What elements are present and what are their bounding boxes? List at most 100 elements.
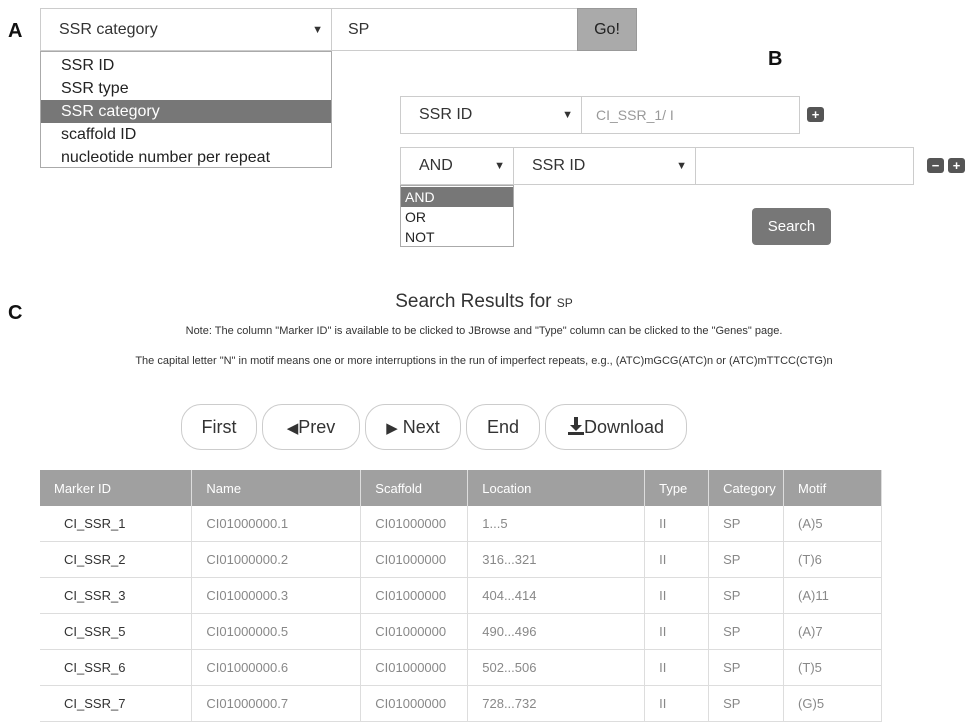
query-input[interactable]: SP (331, 8, 577, 51)
row1-field-value: SSR ID (419, 106, 473, 123)
table-cell: (A)11 (783, 577, 882, 614)
download-button[interactable]: Download (545, 404, 687, 450)
row1-field-select[interactable]: SSR ID ▼ (400, 96, 582, 134)
field-option[interactable]: SSR category (41, 100, 331, 123)
next-page-button[interactable]: ▶ Next (365, 404, 461, 450)
search-button[interactable]: Search (752, 208, 831, 245)
logic-option[interactable]: AND (401, 187, 513, 207)
table-header-row: Marker ID Name Scaffold Location Type Categor… (40, 470, 882, 506)
table-row: CI_SSR_1 CI01000000.1 CI01000000 1...5 II SP(… (40, 506, 882, 542)
row2-field-select[interactable]: SSR ID ▼ (514, 147, 696, 185)
table-cell: (G)5 (783, 685, 882, 722)
row1-value-input[interactable]: CI_SSR_1/ I (582, 96, 800, 134)
results-query: SP (556, 296, 573, 310)
add-row-button[interactable]: + (948, 158, 965, 173)
table-cell: (A)7 (783, 613, 882, 650)
field-dropdown-list: SSR ID SSR type SSR category scaffold ID nuc… (40, 51, 332, 168)
table-cell: (T)5 (783, 649, 882, 686)
type-link[interactable]: II (644, 613, 710, 650)
table-row: CI_SSR_2 CI01000000.2 CI01000000 316...321 I… (40, 541, 882, 578)
end-page-button[interactable]: End (466, 404, 540, 450)
table-cell: SP (708, 577, 785, 614)
results-table: Marker ID Name Scaffold Location Type Categor… (40, 470, 882, 722)
column-header: Type (644, 470, 710, 506)
field-option[interactable]: SSR ID (41, 54, 331, 77)
prev-page-button[interactable]: ◀Prev (262, 404, 360, 450)
column-header: Location (467, 470, 646, 506)
results-title: Search Results for SP (0, 291, 968, 313)
table-cell: CI01000000 (360, 577, 469, 614)
table-cell: 728...732 (467, 685, 646, 722)
marker-id-link[interactable]: CI_SSR_3 (40, 577, 193, 614)
table-row: CI_SSR_7 CI01000000.7 CI01000000 728...732 I… (40, 685, 882, 722)
marker-id-link[interactable]: CI_SSR_6 (40, 649, 193, 686)
table-cell: SP (708, 541, 785, 578)
results-title-text: Search Results for (395, 291, 557, 312)
type-link[interactable]: II (644, 506, 710, 542)
column-header: Motif (783, 470, 882, 506)
table-cell: 502...506 (467, 649, 646, 686)
column-header: Marker ID (40, 470, 193, 506)
table-cell: 1...5 (467, 506, 646, 542)
end-page-label: End (486, 417, 520, 437)
caret-right-icon: ▶ (386, 420, 398, 437)
add-row-button[interactable]: + (807, 107, 824, 122)
table-cell: 316...321 (467, 541, 646, 578)
caret-down-icon: ▼ (494, 160, 505, 172)
type-link[interactable]: II (644, 541, 710, 578)
field-option[interactable]: nucleotide number per repeat (41, 146, 331, 169)
download-icon (567, 417, 584, 435)
table-cell: CI01000000 (360, 506, 469, 542)
table-cell: SP (708, 685, 785, 722)
marker-id-link[interactable]: CI_SSR_2 (40, 541, 193, 578)
type-link[interactable]: II (644, 577, 710, 614)
go-button[interactable]: Go! (577, 8, 637, 51)
logic-option[interactable]: OR (401, 207, 513, 227)
row2-field-value: SSR ID (532, 157, 586, 174)
caret-left-icon: ◀ (286, 420, 299, 437)
column-header: Name (191, 470, 362, 506)
type-link[interactable]: II (644, 685, 710, 722)
table-cell: CI01000000.1 (191, 506, 362, 542)
column-header: Scaffold (360, 470, 469, 506)
table-row: CI_SSR_5 CI01000000.5 CI01000000 490...496 I… (40, 613, 882, 650)
field-select[interactable]: SSR category ▼ (40, 8, 332, 51)
logic-select[interactable]: AND ▼ (400, 147, 514, 185)
caret-down-icon: ▼ (312, 23, 323, 36)
table-cell: CI01000000.5 (191, 613, 362, 650)
table-cell: CI01000000.3 (191, 577, 362, 614)
field-option[interactable]: scaffold ID (41, 123, 331, 146)
prev-page-label: Prev (298, 417, 336, 437)
logic-dropdown-list: AND OR NOT (400, 185, 514, 247)
field-select-value: SSR category (59, 20, 158, 38)
caret-down-icon: ▼ (676, 160, 687, 172)
table-cell: CI01000000 (360, 613, 469, 650)
table-cell: CI01000000 (360, 541, 469, 578)
next-page-label: Next (402, 417, 440, 437)
marker-id-link[interactable]: CI_SSR_7 (40, 685, 193, 722)
table-cell: 404...414 (467, 577, 646, 614)
marker-id-link[interactable]: CI_SSR_5 (40, 613, 193, 650)
results-note-2: The capital letter "N" in motif means on… (135, 355, 833, 367)
table-cell: (T)6 (783, 541, 882, 578)
table-cell: CI01000000.6 (191, 649, 362, 686)
row2-value-input[interactable] (696, 147, 914, 185)
remove-row-button[interactable]: − (927, 158, 944, 173)
table-cell: CI01000000.2 (191, 541, 362, 578)
first-page-button[interactable]: First (181, 404, 257, 450)
download-label: Download (583, 417, 665, 437)
logic-option[interactable]: NOT (401, 227, 513, 247)
query-input-value: SP (348, 20, 370, 38)
marker-id-link[interactable]: CI_SSR_1 (40, 506, 193, 542)
panel-label-b: B (768, 48, 783, 70)
first-page-label: First (201, 417, 237, 437)
table-cell: (A)5 (783, 506, 882, 542)
table-cell: CI01000000.7 (191, 685, 362, 722)
field-option[interactable]: SSR type (41, 77, 331, 100)
type-link[interactable]: II (644, 649, 710, 686)
table-cell: CI01000000 (360, 685, 469, 722)
table-cell: CI01000000 (360, 649, 469, 686)
panel-label-a: A (8, 20, 23, 42)
column-header: Category (708, 470, 785, 506)
table-cell: SP (708, 613, 785, 650)
